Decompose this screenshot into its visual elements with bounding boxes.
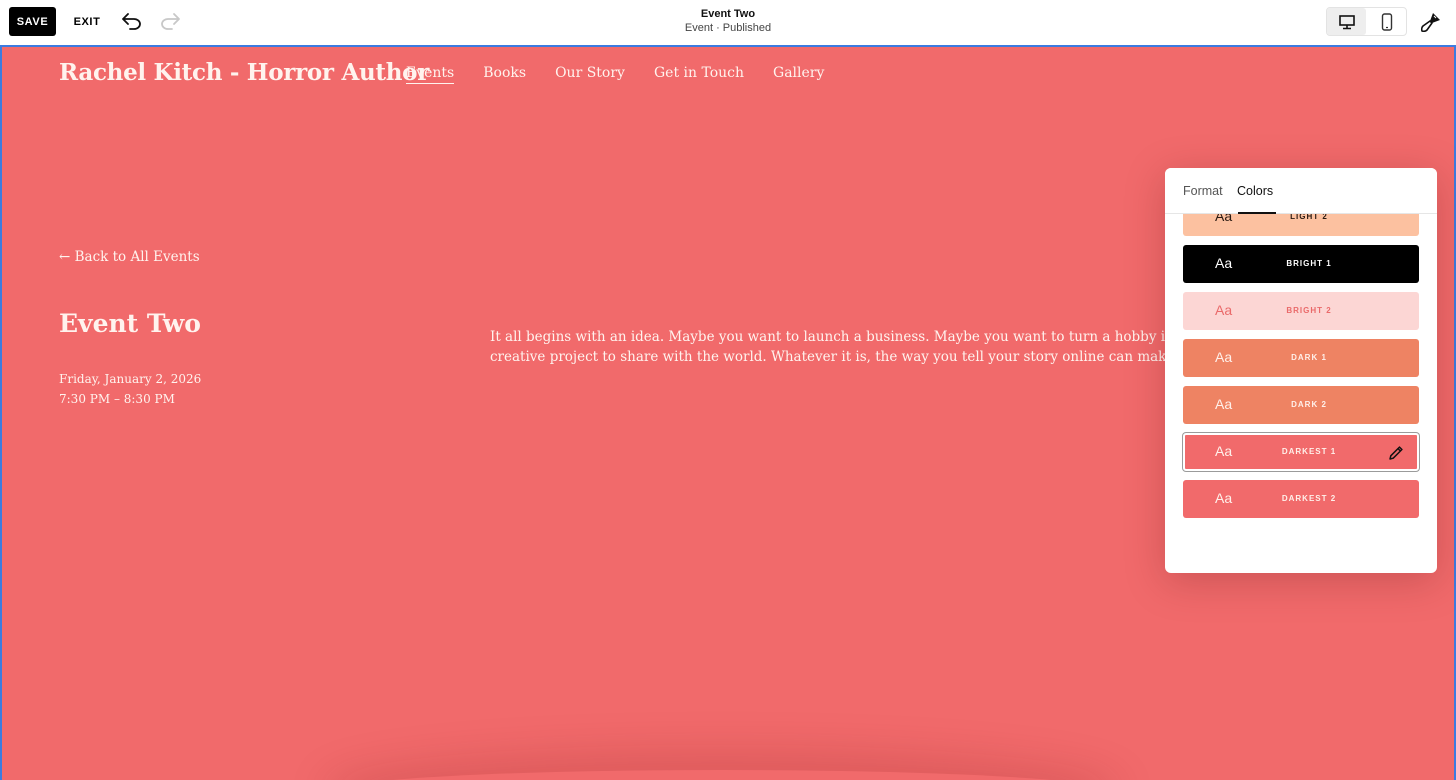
site-nav: Events Books Our Story Get in Touch Gall… — [406, 65, 853, 84]
site-title[interactable]: Rachel Kitch - Horror Author — [59, 59, 429, 86]
nav-item-books[interactable]: Books — [483, 65, 526, 84]
swatch-label: DARK 2 — [1291, 400, 1327, 409]
page-status: Event · Published — [684, 22, 772, 34]
swatch-bright-2[interactable]: Aa BRIGHT 2 — [1183, 292, 1419, 330]
mobile-icon[interactable] — [1367, 8, 1406, 35]
swatch-darkest-2[interactable]: Aa DARKEST 2 — [1183, 480, 1419, 518]
editor-toolbar: SAVE EXIT Event Two Event · Published — [0, 0, 1456, 44]
active-tab-indicator — [1238, 212, 1276, 214]
paintbrush-icon[interactable] — [1419, 10, 1443, 34]
tab-format[interactable]: Format — [1183, 184, 1223, 198]
swatch-label: BRIGHT 2 — [1286, 306, 1332, 315]
back-to-events-link[interactable]: ← Back to All Events — [59, 249, 200, 265]
redo-icon[interactable] — [158, 10, 182, 32]
swatch-dark-2[interactable]: Aa DARK 2 — [1183, 386, 1419, 424]
exit-button[interactable]: EXIT — [68, 7, 106, 36]
pencil-icon[interactable] — [1387, 444, 1405, 462]
swatch-bright-1[interactable]: Aa BRIGHT 1 — [1183, 245, 1419, 283]
nav-item-get-in-touch[interactable]: Get in Touch — [654, 65, 744, 84]
canvas-shadow — [342, 770, 1102, 780]
colors-panel: Format Colors Aa LIGHT 2 Aa BRIGHT 1 Aa … — [1165, 168, 1437, 573]
save-button[interactable]: SAVE — [9, 7, 56, 36]
event-time: 7:30 PM – 8:30 PM — [59, 392, 175, 406]
swatch-label: DARKEST 2 — [1281, 494, 1337, 503]
nav-item-our-story[interactable]: Our Story — [555, 65, 625, 84]
tab-colors[interactable]: Colors — [1237, 184, 1273, 198]
event-title: Event Two — [59, 309, 201, 338]
desktop-icon[interactable] — [1327, 8, 1366, 35]
undo-icon[interactable] — [120, 10, 144, 32]
page-title: Event Two — [700, 8, 756, 20]
nav-item-gallery[interactable]: Gallery — [773, 65, 824, 84]
swatch-label: DARK 1 — [1291, 353, 1327, 362]
swatch-label: BRIGHT 1 — [1286, 259, 1332, 268]
nav-item-events[interactable]: Events — [406, 65, 455, 84]
event-date: Friday, January 2, 2026 — [59, 372, 202, 386]
swatch-darkest-1[interactable]: Aa DARKEST 1 — [1183, 433, 1419, 471]
panel-tabs: Format Colors — [1165, 168, 1437, 214]
swatch-dark-1[interactable]: Aa DARK 1 — [1183, 339, 1419, 377]
